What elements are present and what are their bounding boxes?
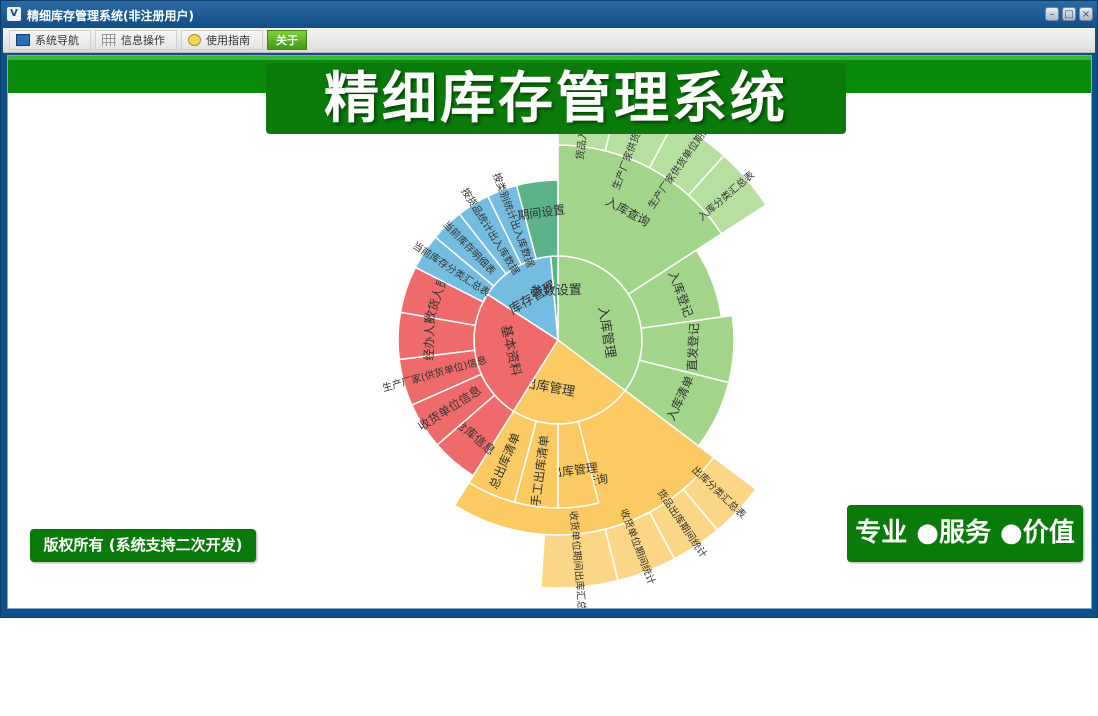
grid-icon bbox=[102, 34, 116, 46]
title-bar: V 精细库存管理系统(非注册用户) – □ × bbox=[1, 1, 1097, 28]
system-banner-title: 精细库存管理系统 bbox=[266, 63, 846, 134]
menu-label: 使用指南 bbox=[206, 34, 250, 47]
minimize-button[interactable]: – bbox=[1045, 7, 1059, 21]
close-button[interactable]: × bbox=[1079, 7, 1093, 21]
menu-label: 关于 bbox=[276, 34, 298, 47]
maximize-button[interactable]: □ bbox=[1062, 7, 1076, 21]
menu-system-nav[interactable]: 系统导航 bbox=[9, 30, 91, 50]
copyright-badge: 版权所有 (系统支持二次开发) bbox=[30, 529, 256, 562]
menu-user-guide[interactable]: 使用指南 bbox=[181, 30, 263, 50]
menu-label: 系统导航 bbox=[35, 34, 79, 47]
sunburst-item-label: 直发登记 bbox=[684, 323, 701, 372]
menu-info-ops[interactable]: 信息操作 bbox=[95, 30, 177, 50]
monitor-icon bbox=[16, 34, 30, 46]
sunburst-group-label: 参数设置 bbox=[530, 282, 583, 300]
slogan-badge: 专业 ●服务 ●价值 bbox=[847, 505, 1083, 562]
app-window: V 精细库存管理系统(非注册用户) – □ × 系统导航 信息操作 使用指南 关… bbox=[0, 0, 1098, 618]
menu-label: 信息操作 bbox=[121, 34, 165, 47]
app-logo-icon: V bbox=[7, 7, 21, 21]
window-title: 精细库存管理系统(非注册用户) bbox=[27, 9, 194, 23]
menu-bar: 系统导航 信息操作 使用指南 关于 bbox=[3, 28, 1095, 53]
help-icon bbox=[188, 34, 201, 46]
menu-about[interactable]: 关于 bbox=[267, 30, 307, 50]
main-content: 入库管理入库查询货品入库期间统计生产厂家供货单位期间统计生产厂家供货单位期间汇总… bbox=[7, 55, 1092, 609]
